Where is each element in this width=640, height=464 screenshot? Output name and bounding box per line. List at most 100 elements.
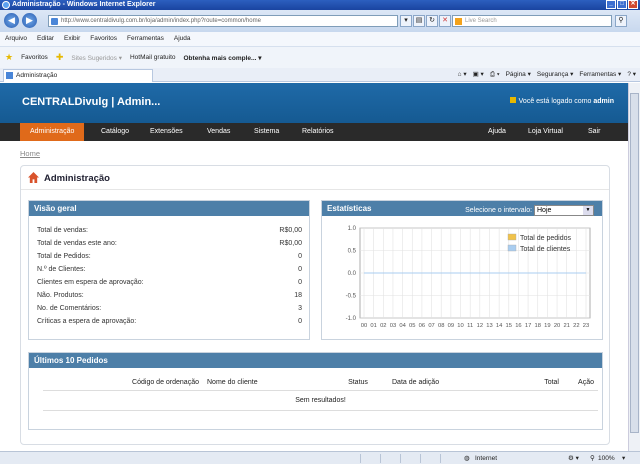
fav-obtenha[interactable]: Obtenha mais comple... ▾ — [184, 54, 262, 62]
overview-value: R$0,00 — [279, 240, 302, 247]
menu-exibir[interactable]: Exibir — [64, 32, 80, 46]
range-label: Selecione o intervalo: — [465, 207, 533, 214]
nav-sair[interactable]: Sair — [578, 123, 610, 141]
overview-value: 0 — [298, 253, 302, 260]
back-button[interactable]: ◀ — [4, 13, 19, 28]
home-cmd-icon[interactable]: ⌂ ▾ — [458, 68, 467, 82]
search-go-icon[interactable]: ⚲ — [615, 15, 627, 27]
overview-value: 0 — [298, 318, 302, 325]
col-total[interactable]: Total — [508, 375, 563, 391]
overview-value: 0 — [298, 279, 302, 286]
feeds-icon[interactable]: ▣ ▾ — [473, 68, 484, 82]
scroll-thumb[interactable] — [630, 93, 639, 433]
add-favorite-icon[interactable]: ✚ — [56, 52, 64, 63]
page-viewport: CENTRALDivulg | Admin... Você está logad… — [0, 83, 628, 451]
tab-administracao[interactable]: Administração — [3, 69, 153, 82]
x-tick-label: 13 — [486, 323, 492, 329]
search-input[interactable]: Live Search — [452, 15, 612, 27]
col-data[interactable]: Data de adição — [388, 375, 508, 391]
cmd-ferramentas[interactable]: Ferramentas ▾ — [579, 68, 621, 82]
x-tick-label: 20 — [554, 323, 560, 329]
x-tick-label: 17 — [525, 323, 531, 329]
overview-label: Não. Produtos: — [37, 292, 84, 299]
zoom-dropdown-icon[interactable]: ▾ — [622, 452, 625, 464]
address-dropdown-button[interactable]: ▾ — [400, 15, 412, 27]
y-tick-label: -1.0 — [346, 316, 357, 322]
chevron-down-icon: ▼ — [583, 205, 593, 215]
col-cliente[interactable]: Nome do cliente — [203, 375, 328, 391]
x-tick-label: 19 — [544, 323, 550, 329]
status-divider — [440, 454, 441, 463]
status-bar: ◍ Internet ⚙ ▾ ⚲ 100% ▾ — [0, 451, 640, 464]
vertical-scrollbar[interactable] — [628, 83, 640, 451]
menu-arquivo[interactable]: Arquivo — [5, 32, 27, 46]
app-header: CENTRALDivulg | Admin... Você está logad… — [0, 83, 628, 123]
fav-sites-sugeridos[interactable]: Sites Sugeridos ▾ — [71, 54, 122, 62]
stats-title: Estatísticas — [327, 204, 372, 213]
maximize-button[interactable]: □ — [617, 0, 627, 9]
overview-row: Total de vendas: R$0,00 — [37, 227, 302, 234]
overview-value: R$0,00 — [279, 227, 302, 234]
legend-label: Total de pedidos — [520, 235, 571, 242]
nav-extensoes[interactable]: Extensões — [140, 123, 193, 141]
fav-hotmail[interactable]: HotMail gratuito — [130, 54, 176, 61]
overview-label: Total de vendas este ano: — [37, 240, 117, 247]
menu-editar[interactable]: Editar — [37, 32, 54, 46]
page-icon — [51, 18, 58, 25]
col-status[interactable]: Status — [328, 375, 388, 391]
compatibility-icon[interactable]: ▤ — [413, 15, 425, 27]
x-tick-label: 00 — [361, 323, 367, 329]
orders-panel: Últimos 10 Pedidos Código de ordenação N… — [28, 352, 603, 430]
app-nav: Administração Catálogo Extensões Vendas … — [0, 123, 628, 141]
nav-loja-virtual[interactable]: Loja Virtual — [518, 123, 573, 141]
breadcrumb-home[interactable]: Home — [20, 149, 40, 158]
minimize-button[interactable]: _ — [606, 0, 616, 9]
page-heading: Administração — [44, 173, 110, 184]
stats-header: Estatísticas Selecione o intervalo: Hoje… — [322, 201, 602, 216]
address-input[interactable]: http://www.centraldivulg.com.br/loja/adm… — [48, 15, 398, 27]
window-titlebar: Administração - Windows Internet Explore… — [0, 0, 640, 10]
print-icon[interactable]: ⎙ ▾ — [490, 68, 500, 82]
zoom-level[interactable]: 100% — [598, 452, 615, 464]
login-note-text: Você está logado como — [518, 98, 592, 105]
cmd-seguranca[interactable]: Segurança ▾ — [537, 68, 574, 82]
x-tick-label: 08 — [438, 323, 444, 329]
protected-mode-icon[interactable]: ⚙ ▾ — [568, 452, 579, 464]
overview-label: Clientes em espera de aprovação: — [37, 279, 144, 286]
x-tick-label: 06 — [419, 323, 425, 329]
y-tick-label: 1.0 — [348, 226, 357, 232]
menu-ajuda[interactable]: Ajuda — [174, 32, 191, 46]
overview-row: Total de Pedidos: 0 — [37, 253, 302, 260]
overview-value: 3 — [298, 305, 302, 312]
x-tick-label: 15 — [506, 323, 512, 329]
refresh-icon[interactable]: ↻ — [426, 15, 438, 27]
x-tick-label: 03 — [390, 323, 396, 329]
tab-bar: Administração ⌂ ▾ ▣ ▾ ⎙ ▾ Página ▾ Segur… — [0, 68, 640, 82]
forward-button[interactable]: ▶ — [22, 13, 37, 28]
window-controls: _ □ ✕ — [606, 0, 638, 9]
menu-ferramentas[interactable]: Ferramentas — [127, 32, 164, 46]
legend-label: Total de clientes — [520, 246, 571, 253]
x-tick-label: 09 — [448, 323, 454, 329]
x-tick-label: 22 — [573, 323, 579, 329]
nav-vendas[interactable]: Vendas — [197, 123, 240, 141]
tab-page-icon — [6, 72, 13, 79]
nav-relatorios[interactable]: Relatórios — [292, 123, 344, 141]
cmd-pagina[interactable]: Página ▾ — [506, 68, 531, 82]
x-tick-label: 04 — [399, 323, 406, 329]
nav-catalogo[interactable]: Catálogo — [91, 123, 139, 141]
login-note: Você está logado como admin — [509, 97, 614, 105]
range-select[interactable]: Hoje ▼ — [534, 204, 594, 216]
menu-favoritos[interactable]: Favoritos — [90, 32, 117, 46]
nav-ajuda[interactable]: Ajuda — [478, 123, 516, 141]
overview-row: Total de vendas este ano: R$0,00 — [37, 240, 302, 247]
overview-title: Visão geral — [29, 201, 309, 216]
favorites-button[interactable]: Favoritos — [21, 54, 48, 61]
help-icon[interactable]: ? ▾ — [627, 68, 636, 82]
nav-administracao[interactable]: Administração — [20, 123, 85, 141]
col-codigo[interactable]: Código de ordenação — [43, 375, 203, 391]
close-window-button[interactable]: ✕ — [628, 0, 638, 9]
nav-sistema[interactable]: Sistema — [244, 123, 289, 141]
stop-icon[interactable]: ✕ — [439, 15, 451, 27]
x-tick-label: 21 — [563, 323, 569, 329]
